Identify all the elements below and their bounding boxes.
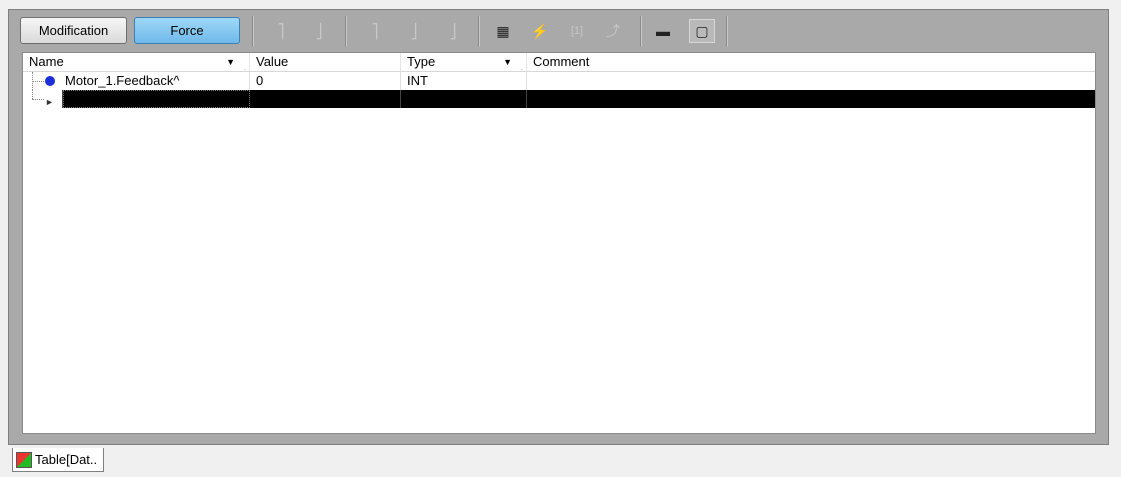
modification-button[interactable]: Modification xyxy=(20,17,127,44)
variable-table: Name ▼ . Value Type ▼ . Comment Motor_1.… xyxy=(22,52,1096,434)
bracket-value-icon[interactable]: [1] xyxy=(566,21,588,41)
toolbar-separator xyxy=(478,16,480,47)
table-row-new-entry[interactable]: ► xyxy=(23,90,1095,108)
set-rising-icon[interactable]: ⎤ xyxy=(364,21,386,41)
chevron-down-icon[interactable]: ▼ xyxy=(226,53,235,71)
toolbar-separator xyxy=(726,16,728,47)
force-button[interactable]: Force xyxy=(134,17,240,44)
unforce-icon[interactable]: ⤴ xyxy=(602,21,624,41)
column-header-name[interactable]: Name ▼ . xyxy=(23,53,250,72)
column-header-comment[interactable]: Comment xyxy=(527,53,1095,71)
tree-line xyxy=(32,90,45,99)
table-tab[interactable]: Table[Dat.. xyxy=(12,448,104,472)
tab-label: Table[Dat.. xyxy=(35,452,98,467)
row-indicator: ► xyxy=(23,90,63,108)
grid-table-icon[interactable]: ▦ xyxy=(492,21,514,41)
type-cell[interactable] xyxy=(401,90,527,108)
force-falling-edge-icon[interactable]: ⎦ xyxy=(308,21,330,41)
tree-connector xyxy=(32,99,44,100)
bottom-tab-strip: Table[Dat.. xyxy=(0,446,1121,477)
toolbar-separator xyxy=(345,16,347,47)
type-cell[interactable]: INT xyxy=(401,72,527,90)
set-multiple-icon[interactable]: ⎦ xyxy=(442,21,464,41)
set-falling-icon[interactable]: ⎦ xyxy=(403,21,425,41)
lightning-icon[interactable]: ⚡ xyxy=(529,21,551,41)
toolbar-separator xyxy=(252,16,254,47)
value-cell[interactable]: 0 xyxy=(250,72,401,90)
comment-cell[interactable] xyxy=(527,72,1095,90)
table-row[interactable]: Motor_1.Feedback^ 0 INT xyxy=(23,72,1095,90)
name-input-cell[interactable] xyxy=(63,90,250,108)
toolbar-separator xyxy=(640,16,642,47)
value-cell[interactable] xyxy=(250,90,401,108)
toolbar: Modification Force ⎤ ⎦ ⎤ ⎦ ⎦ ▦ ⚡ [1] ⤴ ▬… xyxy=(14,15,1104,49)
row-pointer-icon: ► xyxy=(45,97,54,107)
force-rising-edge-icon[interactable]: ⎤ xyxy=(270,21,292,41)
column-header-value[interactable]: Value xyxy=(250,53,401,71)
variable-status-icon xyxy=(45,76,55,86)
column-header-type[interactable]: Type ▼ . xyxy=(401,53,527,72)
name-cell[interactable]: Motor_1.Feedback^ xyxy=(23,72,250,90)
tree-connector xyxy=(32,81,44,82)
table-header: Name ▼ . Value Type ▼ . Comment xyxy=(23,53,1095,72)
chevron-down-icon[interactable]: ▼ xyxy=(503,53,512,71)
display-format-icon[interactable]: ▬ xyxy=(652,21,674,41)
comment-cell[interactable] xyxy=(527,90,1095,108)
select-area-icon[interactable]: ▢ xyxy=(689,19,715,43)
animation-table-icon xyxy=(16,451,32,468)
